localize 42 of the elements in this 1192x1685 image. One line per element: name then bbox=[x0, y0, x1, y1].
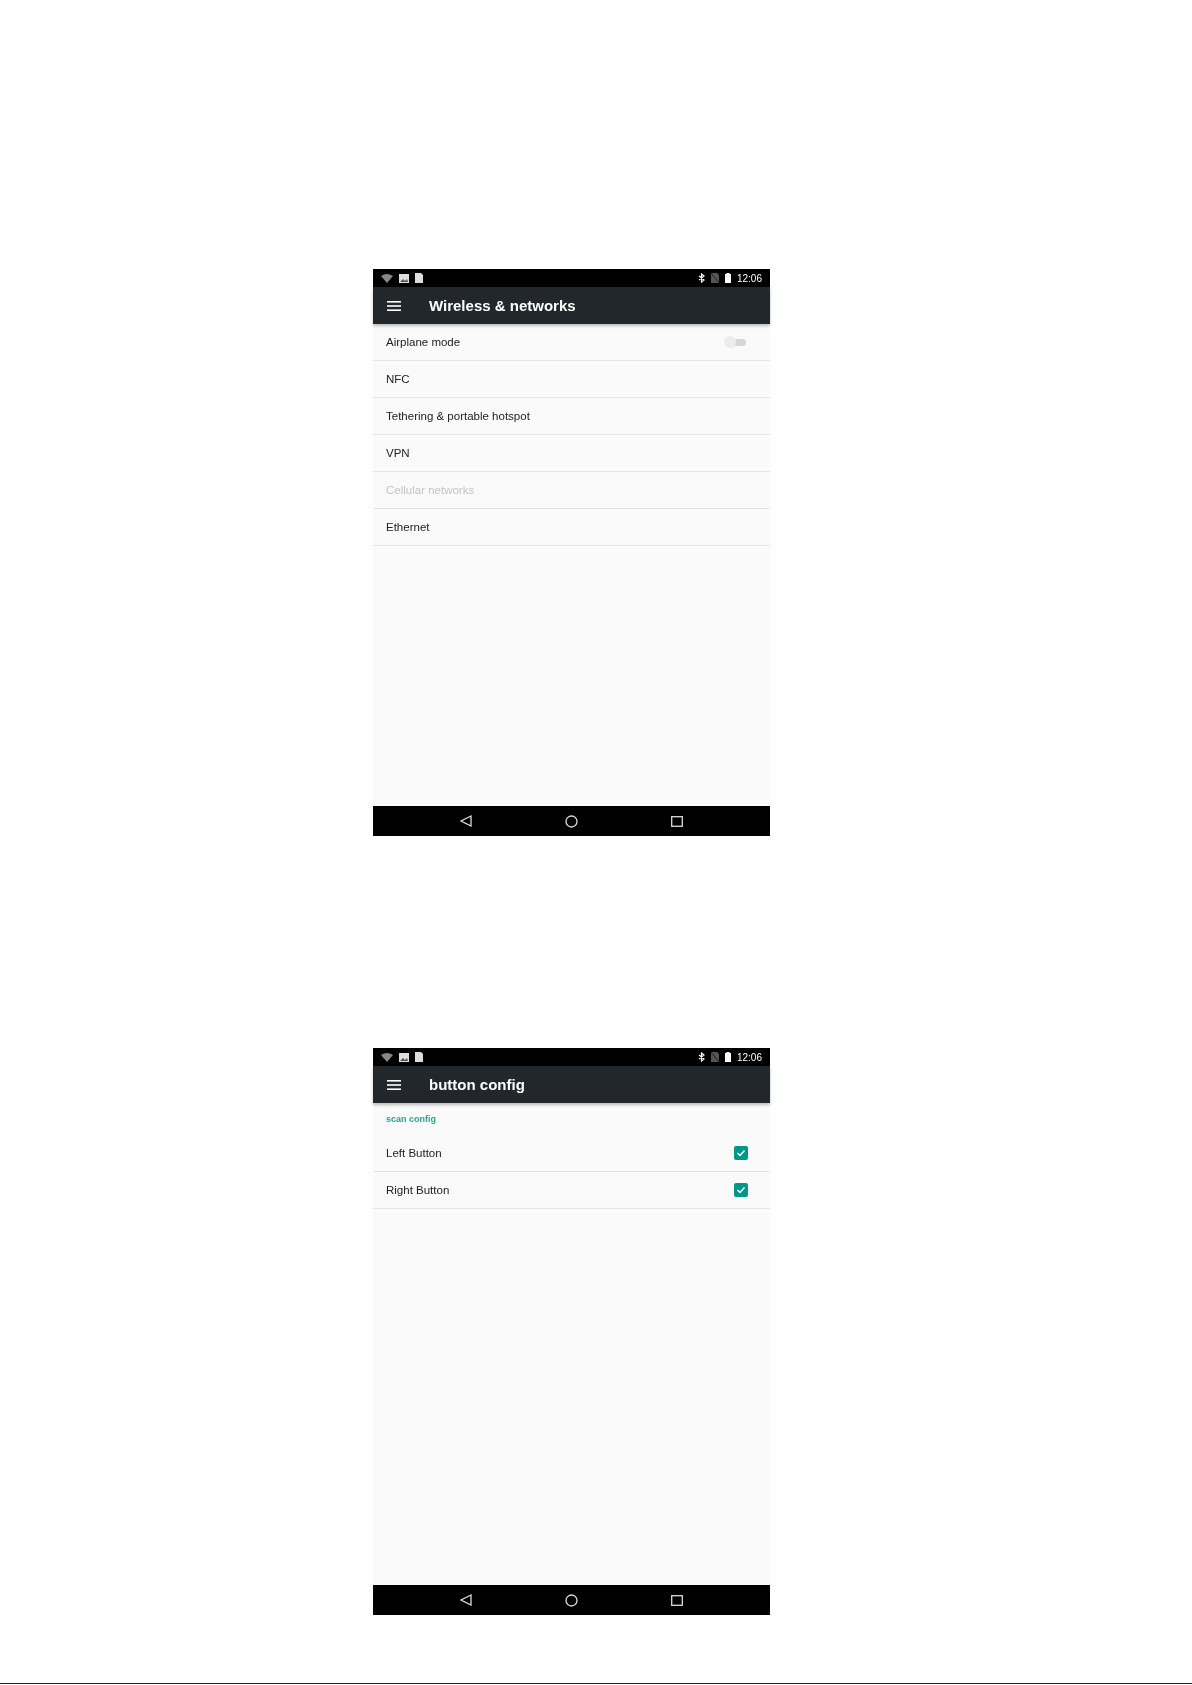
home-icon[interactable] bbox=[565, 814, 578, 828]
bluetooth-icon bbox=[697, 273, 705, 283]
image-icon bbox=[399, 273, 409, 283]
back-icon[interactable] bbox=[459, 815, 472, 827]
battery-icon bbox=[724, 1052, 731, 1062]
row-label: Left Button bbox=[386, 1147, 443, 1159]
wifi-icon bbox=[381, 1052, 393, 1062]
wifi-icon bbox=[381, 273, 393, 283]
row-label: NFC bbox=[386, 373, 411, 385]
home-icon[interactable] bbox=[565, 1593, 578, 1607]
settings-row[interactable]: Ethernet bbox=[373, 509, 770, 546]
menu-icon[interactable] bbox=[387, 1079, 401, 1090]
settings-row[interactable]: Right Button bbox=[373, 1172, 770, 1209]
image-icon bbox=[399, 1052, 409, 1062]
category-header: scan config bbox=[386, 1114, 436, 1124]
clock-time: 12:06 bbox=[736, 1051, 762, 1063]
settings-row[interactable]: Left Button bbox=[373, 1135, 770, 1172]
checkbox[interactable] bbox=[734, 1183, 748, 1197]
clock-time: 12:06 bbox=[736, 272, 762, 284]
recents-icon[interactable] bbox=[671, 815, 684, 827]
screen-title: Wireless & networks bbox=[429, 297, 576, 314]
settings-row[interactable]: NFC bbox=[373, 361, 770, 398]
row-label: Tethering & portable hotspot bbox=[386, 410, 531, 422]
sim-card-icon bbox=[415, 1052, 423, 1062]
back-icon[interactable] bbox=[459, 1594, 472, 1606]
no-sim-icon bbox=[710, 273, 719, 283]
settings-row[interactable]: Tethering & portable hotspot bbox=[373, 398, 770, 435]
recents-icon[interactable] bbox=[671, 1594, 684, 1606]
settings-row[interactable]: VPN bbox=[373, 435, 770, 472]
screen-title: button config bbox=[429, 1076, 525, 1093]
menu-icon[interactable] bbox=[387, 300, 401, 311]
row-label: Ethernet bbox=[386, 521, 431, 533]
battery-icon bbox=[724, 273, 731, 283]
sim-card-icon bbox=[415, 273, 423, 283]
row-label: Right Button bbox=[386, 1184, 451, 1196]
bluetooth-icon bbox=[697, 1052, 705, 1062]
no-sim-icon bbox=[710, 1052, 719, 1062]
settings-row[interactable]: Airplane mode bbox=[373, 324, 770, 361]
row-label: Airplane mode bbox=[386, 336, 462, 348]
checkbox[interactable] bbox=[734, 1146, 748, 1160]
row-label: VPN bbox=[386, 447, 411, 459]
toggle-switch[interactable] bbox=[724, 336, 748, 348]
